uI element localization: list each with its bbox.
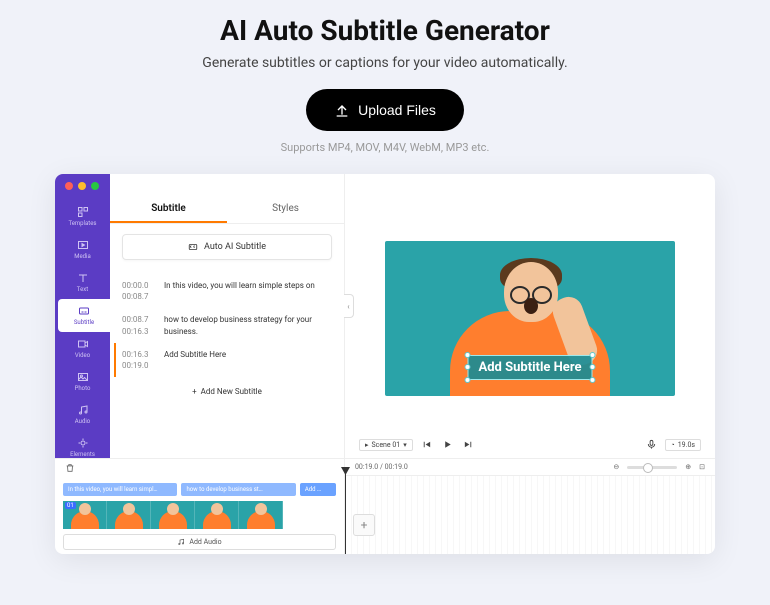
resize-handle[interactable] [465, 352, 471, 358]
sidebar-item-label: Media [74, 253, 91, 260]
photo-icon [77, 371, 89, 383]
resize-handle[interactable] [590, 364, 596, 370]
resize-handle[interactable] [465, 364, 471, 370]
subtitle-overlay[interactable]: Add Subtitle Here [468, 355, 593, 380]
subtitle-times: 00:00.000:08.7 [122, 280, 156, 302]
fit-button[interactable]: ⊡ [699, 463, 705, 471]
time-display: 00:19.0 / 00:19.0 [355, 463, 408, 471]
sidebar-item-elements[interactable]: Elements [55, 431, 110, 458]
collapse-panel-button[interactable]: ‹ [344, 294, 354, 318]
plus-icon: + [192, 387, 197, 396]
page-subtitle: Generate subtitles or captions for your … [0, 55, 770, 71]
preview-panel: ‹ ⟳ Add Subtitle Here [345, 174, 715, 458]
subtitle-clip[interactable]: how to develop business st… [181, 483, 295, 496]
templates-icon [77, 206, 89, 218]
supports-text: Supports MP4, MOV, M4V, WebM, MP3 etc. [0, 141, 770, 154]
sidebar-item-templates[interactable]: Templates [55, 200, 110, 233]
playhead[interactable] [345, 468, 346, 554]
add-scene-button[interactable]: + [353, 514, 375, 536]
subtitle-row[interactable]: 00:16.300:19.0 Add Subtitle Here [114, 343, 334, 377]
add-subtitle-label: Add New Subtitle [201, 387, 262, 396]
editor-window: Templates Media Text Subtitle Video Phot… [55, 174, 715, 554]
timeline-ruler[interactable]: + [345, 475, 715, 554]
sidebar-item-label: Photo [75, 385, 91, 392]
sidebar-item-subtitle[interactable]: Subtitle [58, 299, 110, 332]
add-subtitle-button[interactable]: + Add New Subtitle [192, 387, 262, 396]
sidebar-item-label: Subtitle [74, 319, 94, 326]
subtitle-track: In this video, you will learn simpl… how… [55, 480, 344, 499]
auto-ai-label: Auto AI Subtitle [204, 242, 266, 252]
resize-handle[interactable] [465, 377, 471, 383]
duration-display: ◔ 19.0s [665, 439, 702, 451]
subtitle-text: In this video, you will learn simple ste… [164, 280, 315, 302]
scene-selector[interactable]: ▸ Scene 01 ▾ [359, 439, 413, 451]
mic-button[interactable] [644, 437, 659, 452]
music-icon [177, 538, 185, 546]
subtitle-times: 00:16.300:19.0 [122, 349, 156, 371]
minimize-icon[interactable] [78, 182, 86, 190]
subtitle-overlay-text: Add Subtitle Here [479, 360, 582, 375]
play-button[interactable] [440, 437, 455, 452]
resize-handle[interactable] [590, 352, 596, 358]
player-controls: ▸ Scene 01 ▾ ◔ 19.0s [345, 434, 715, 458]
prev-button[interactable] [419, 437, 434, 452]
auto-ai-subtitle-button[interactable]: Auto AI Subtitle [122, 234, 332, 260]
sidebar-item-label: Elements [70, 451, 95, 458]
video-icon [77, 338, 89, 350]
sidebar-item-photo[interactable]: Photo [55, 365, 110, 398]
page-title: AI Auto Subtitle Generator [0, 14, 770, 47]
zoom-slider[interactable] [627, 466, 677, 469]
audio-icon [77, 404, 89, 416]
sidebar-item-media[interactable]: Media [55, 233, 110, 266]
video-track[interactable]: 01 [55, 499, 344, 531]
close-icon[interactable] [65, 182, 73, 190]
elements-icon [77, 437, 89, 449]
subtitle-row[interactable]: 00:08.700:16.3 how to develop business s… [120, 308, 334, 342]
subtitle-clip[interactable]: Add … [300, 483, 336, 496]
subtitle-clip[interactable]: In this video, you will learn simpl… [63, 483, 177, 496]
window-controls [55, 174, 109, 198]
sidebar-item-text[interactable]: Text [55, 266, 110, 299]
tab-subtitle[interactable]: Subtitle [110, 196, 227, 223]
clock-icon: ◔ [671, 441, 675, 449]
resize-handle[interactable] [590, 377, 596, 383]
cc-icon [188, 242, 198, 252]
zoom-in-button[interactable]: ⊕ [685, 463, 691, 471]
sidebar-item-label: Audio [75, 418, 90, 425]
subtitle-row[interactable]: 00:00.000:08.7 In this video, you will l… [120, 274, 334, 308]
next-button[interactable] [461, 437, 476, 452]
subtitle-text: how to develop business strategy for you… [164, 314, 332, 336]
text-icon [77, 272, 89, 284]
add-audio-label: Add Audio [189, 538, 221, 546]
maximize-icon[interactable] [91, 182, 99, 190]
scene-number: 01 [65, 502, 76, 509]
upload-files-button[interactable]: Upload Files [306, 89, 464, 131]
sidebar-item-video[interactable]: Video [55, 332, 110, 365]
timeline: In this video, you will learn simpl… how… [55, 458, 715, 554]
tab-styles[interactable]: Styles [227, 196, 344, 223]
zoom-out-button[interactable]: ⊖ [613, 463, 619, 471]
add-audio-button[interactable]: Add Audio [63, 534, 336, 550]
subtitle-text: Add Subtitle Here [164, 349, 226, 371]
video-preview[interactable]: ⟳ Add Subtitle Here [385, 241, 675, 396]
media-icon [77, 239, 89, 251]
subtitle-times: 00:08.700:16.3 [122, 314, 156, 336]
sidebar-item-audio[interactable]: Audio [55, 398, 110, 431]
sidebar-item-label: Text [77, 286, 88, 293]
sidebar-item-label: Video [75, 352, 90, 359]
subtitle-panel: Subtitle Styles Auto AI Subtitle 00:00.0… [110, 174, 345, 458]
sidebar: Templates Media Text Subtitle Video Phot… [55, 174, 110, 458]
upload-button-label: Upload Files [358, 102, 436, 118]
delete-button[interactable] [65, 463, 75, 476]
subtitle-icon [78, 305, 90, 317]
sidebar-item-label: Templates [68, 220, 96, 227]
upload-icon [334, 102, 350, 118]
